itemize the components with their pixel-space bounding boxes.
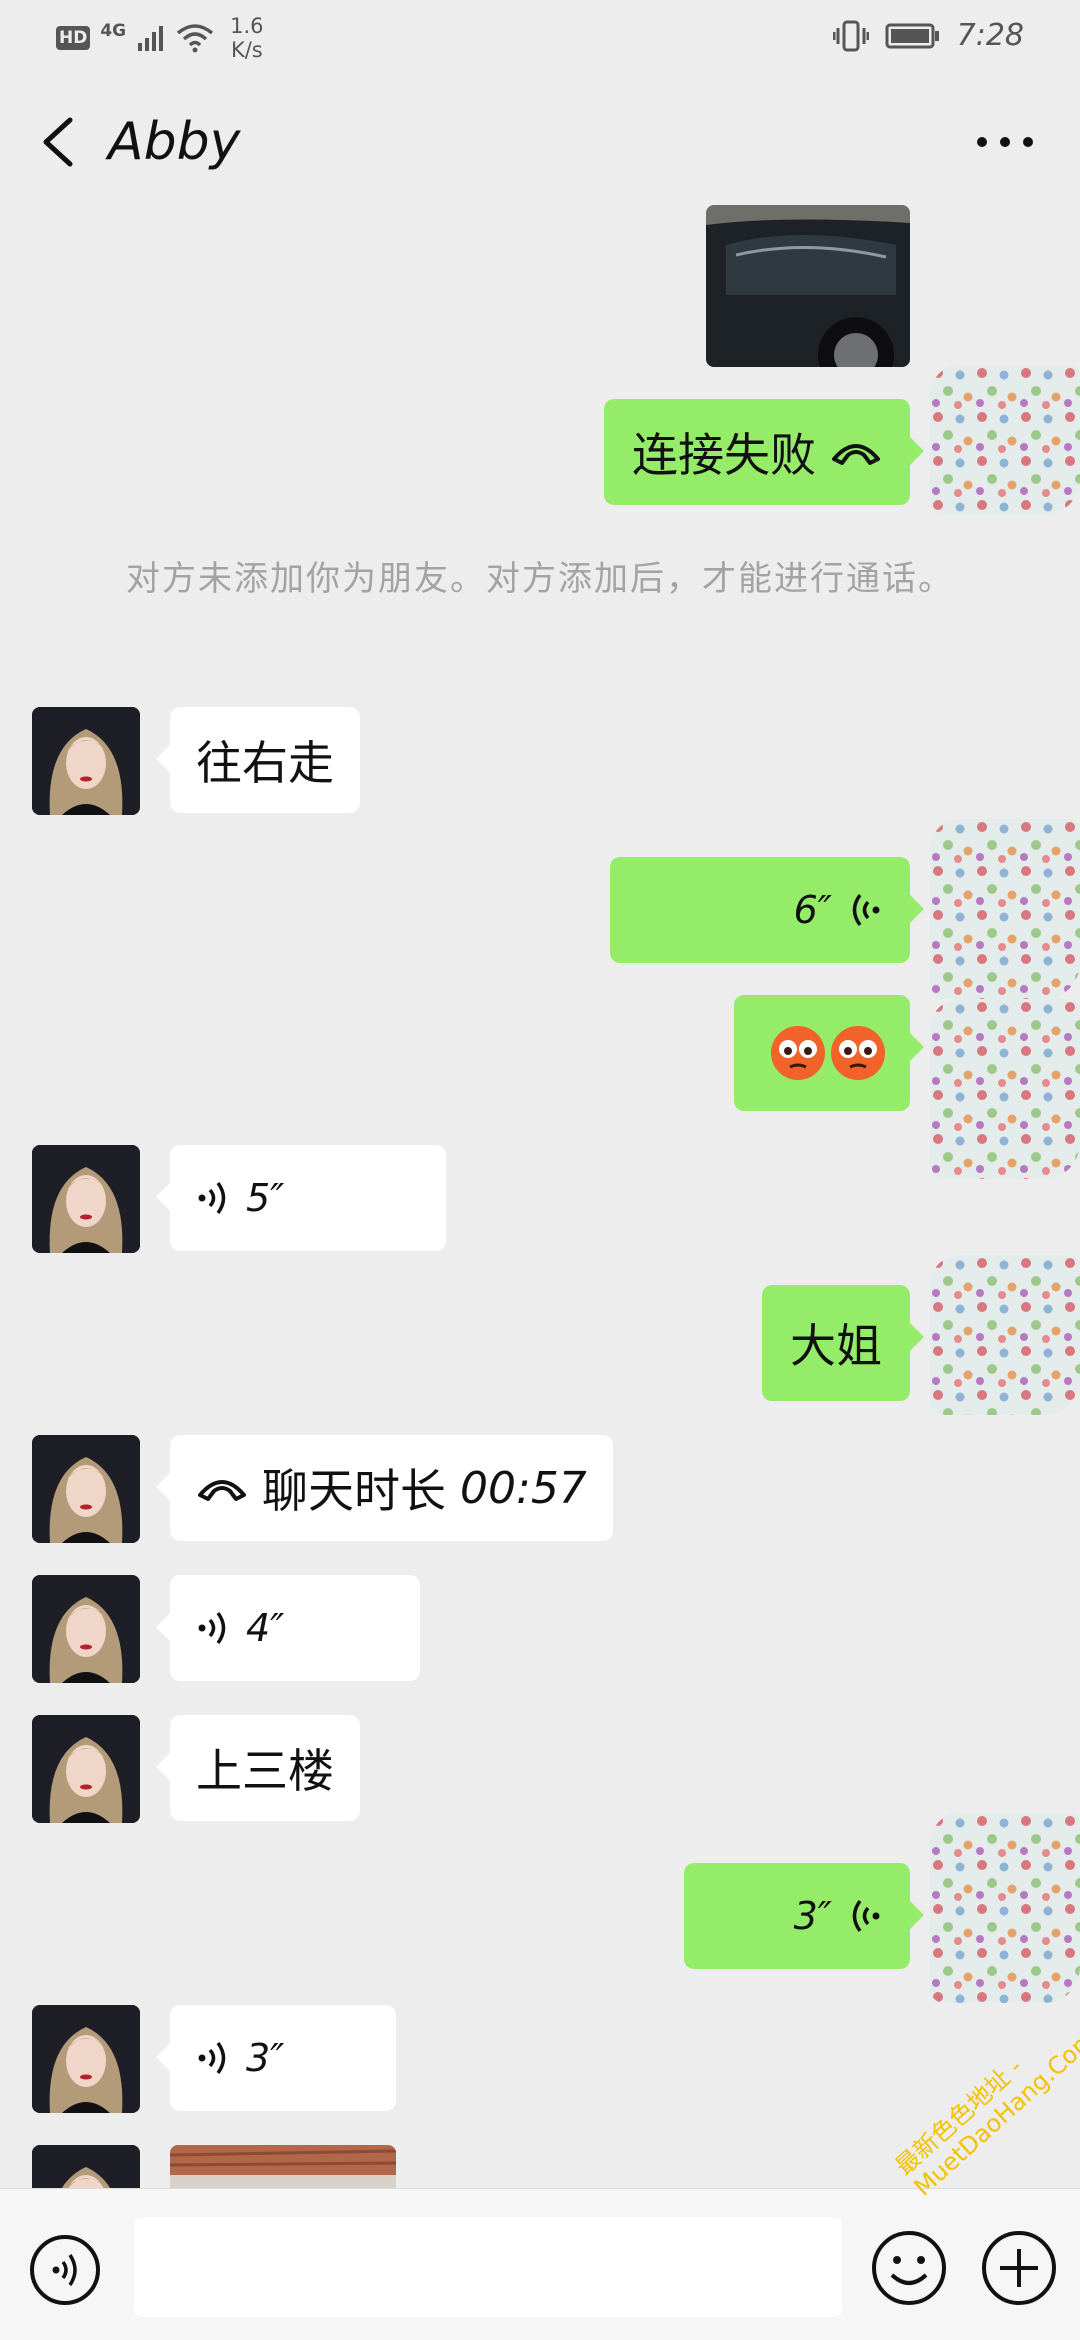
message-call-duration[interactable]: 聊天时长 00:57 (156, 1435, 613, 1541)
message-voice[interactable]: 5″ (156, 1145, 446, 1251)
voice-wave-icon (198, 1611, 226, 1645)
network-speed: 1.6 K/s (230, 14, 263, 62)
message-image-car[interactable] (706, 205, 910, 367)
status-left: HD 4G 1.6 K/s (56, 14, 264, 62)
contact-avatar[interactable] (32, 2145, 140, 2188)
message-voice[interactable]: 3″ (684, 1863, 924, 1969)
call-status-text: 连接失败 (632, 428, 816, 482)
message-text-content: 上三楼 (196, 1744, 334, 1798)
input-bar (0, 2188, 1080, 2340)
message-image-building[interactable] (170, 2145, 396, 2188)
my-avatar[interactable] (930, 819, 1080, 999)
message-text[interactable]: 上三楼 (156, 1715, 360, 1821)
message-emoji[interactable] (734, 995, 924, 1111)
battery-icon (885, 23, 939, 48)
message-text-content: 大姐 (790, 1319, 882, 1373)
wifi-icon (177, 24, 214, 53)
system-notice: 对方未添加你为朋友。对方添加后，才能进行通话。 (126, 559, 954, 599)
message-voice[interactable]: 6″ (610, 857, 924, 963)
flushed-face-icon (771, 1026, 825, 1080)
more-dots-icon[interactable] (970, 120, 1040, 164)
contact-avatar[interactable] (32, 2005, 140, 2113)
voice-wave-icon (852, 1899, 880, 1933)
message-voice[interactable]: 3″ (156, 2005, 396, 2111)
phone-hangup-icon (198, 1480, 246, 1501)
message-voice[interactable]: 4″ (156, 1575, 420, 1681)
my-avatar[interactable] (930, 999, 1080, 1179)
message-text-content: 往右走 (196, 736, 334, 790)
chat-scroll-area[interactable]: 连接失败 对方未添加你为朋友。对方添加后，才能进行通话。 往右走 6″ 5″ 大… (0, 205, 1080, 2188)
message-text[interactable]: 往右走 (156, 707, 360, 813)
voice-duration: 5″ (246, 1176, 285, 1220)
signal-icon (138, 26, 164, 51)
vibrate-icon (832, 20, 869, 51)
call-duration-label: 聊天时长 (262, 1464, 446, 1518)
emoji-icon[interactable] (870, 2229, 948, 2307)
chevron-left-icon[interactable] (30, 110, 90, 174)
message-call-failed[interactable]: 连接失败 (604, 399, 924, 505)
hd-badge: HD (56, 26, 91, 50)
plus-icon[interactable] (980, 2229, 1058, 2307)
phone-hangup-icon (832, 444, 880, 465)
voice-duration: 6″ (793, 888, 832, 932)
network-type: 4G (100, 21, 127, 41)
voice-duration: 3″ (793, 1894, 832, 1938)
voice-wave-icon (852, 893, 880, 927)
my-avatar[interactable] (930, 1813, 1080, 2003)
chat-header: Abby (0, 72, 1080, 212)
speed-value: 1.6 (230, 14, 264, 38)
contact-avatar[interactable] (32, 1575, 140, 1683)
voice-mode-icon[interactable] (28, 2233, 102, 2307)
my-avatar[interactable] (930, 365, 1080, 515)
contact-avatar[interactable] (32, 1435, 140, 1543)
voice-duration: 4″ (246, 1606, 285, 1650)
speed-unit: K/s (230, 38, 263, 62)
voice-wave-icon (198, 1181, 226, 1215)
flushed-face-icon (831, 1026, 885, 1080)
chat-title: Abby (108, 112, 241, 172)
call-duration-value: 00:57 (460, 1462, 587, 1514)
status-right: 7:28 (832, 18, 1024, 53)
contact-avatar[interactable] (32, 707, 140, 815)
voice-wave-icon (198, 2041, 226, 2075)
contact-avatar[interactable] (32, 1715, 140, 1823)
voice-duration: 3″ (246, 2036, 285, 2080)
status-time: 7:28 (956, 18, 1024, 53)
status-bar: HD 4G 1.6 K/s 7:28 (0, 0, 1080, 72)
my-avatar[interactable] (930, 1255, 1080, 1415)
contact-avatar[interactable] (32, 1145, 140, 1253)
message-input[interactable] (134, 2217, 842, 2317)
message-text[interactable]: 大姐 (762, 1285, 924, 1401)
